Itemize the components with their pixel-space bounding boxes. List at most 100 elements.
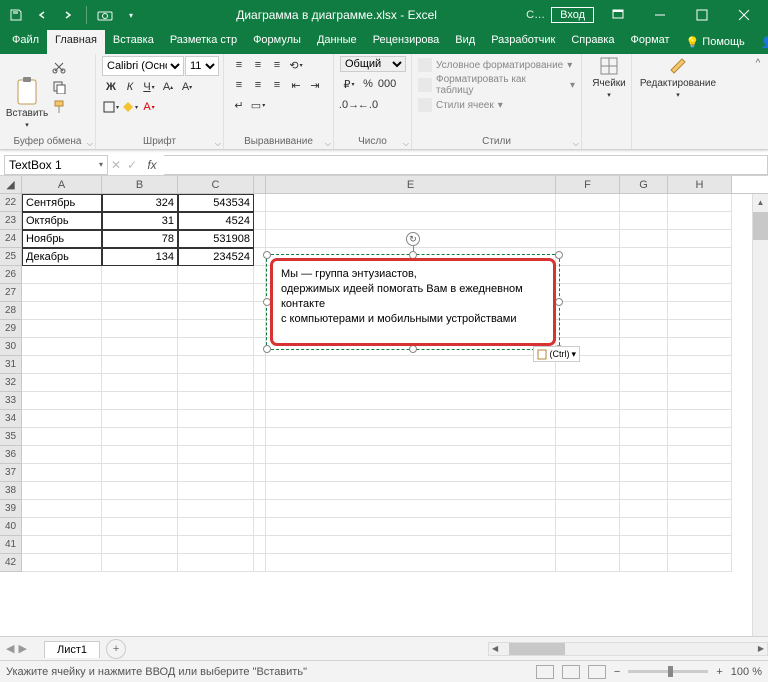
format-as-table[interactable]: Форматировать как таблицу ▾ xyxy=(418,74,575,96)
editing-button[interactable]: Редактирование▾ xyxy=(638,56,718,99)
table-row[interactable]: 36 xyxy=(0,446,768,464)
underline-button[interactable]: Ч▾ xyxy=(140,78,158,96)
qat-more-icon[interactable]: ▾ xyxy=(123,7,139,23)
cell-styles[interactable]: Стили ячеек ▾ xyxy=(418,98,575,112)
cancel-icon[interactable]: ✕ xyxy=(108,158,124,172)
decrease-font-icon[interactable]: A▾ xyxy=(178,78,196,96)
col-C[interactable]: C xyxy=(178,176,254,193)
format-painter-icon[interactable] xyxy=(52,100,68,116)
decrease-decimal-icon[interactable]: ←.0 xyxy=(359,96,377,114)
select-all[interactable]: ◢ xyxy=(0,176,22,193)
table-row[interactable]: 23 Октябрь 31 4524 xyxy=(0,212,768,230)
borders-button[interactable]: ▾ xyxy=(102,98,120,116)
sheet-prev-icon[interactable]: ◀ xyxy=(6,642,14,655)
redo-icon[interactable] xyxy=(60,7,76,23)
tab-developer[interactable]: Разработчик xyxy=(483,30,563,54)
table-row[interactable]: 37 xyxy=(0,464,768,482)
sheet-next-icon[interactable]: ▶ xyxy=(18,642,26,655)
tell-me[interactable]: 💡 Помощь xyxy=(678,30,753,54)
table-row[interactable]: 39 xyxy=(0,500,768,518)
col-H[interactable]: H xyxy=(668,176,732,193)
ribbon-display-icon[interactable] xyxy=(600,1,636,29)
number-format[interactable]: Общий xyxy=(340,56,406,72)
table-row[interactable]: 35 xyxy=(0,428,768,446)
grid[interactable]: ◢ A B C E F G H 22 Сентябрь 324 543534 2… xyxy=(0,176,768,636)
copy-icon[interactable] xyxy=(52,80,68,96)
orientation-icon[interactable]: ⟲▾ xyxy=(287,56,305,74)
increase-font-icon[interactable]: A▴ xyxy=(159,78,177,96)
name-box[interactable]: TextBox 1▾ xyxy=(4,155,108,175)
page-layout-view-icon[interactable] xyxy=(562,665,580,679)
paste-options[interactable]: (Ctrl) ▾ xyxy=(533,346,580,362)
font-size[interactable]: 11 xyxy=(185,56,219,76)
rotate-handle-icon[interactable]: ↻ xyxy=(406,232,420,246)
vertical-scrollbar[interactable]: ▲ xyxy=(752,194,768,636)
cells-button[interactable]: Ячейки▾ xyxy=(588,56,630,99)
zoom-in-icon[interactable]: + xyxy=(716,666,722,678)
align-right-icon[interactable]: ≡ xyxy=(268,76,286,94)
close-button[interactable] xyxy=(726,1,762,29)
share-button[interactable]: 👤 Поделиться xyxy=(753,30,768,54)
login-button[interactable]: Вход xyxy=(551,7,594,23)
col-G[interactable]: G xyxy=(620,176,668,193)
tab-file[interactable]: Файл xyxy=(4,30,47,54)
indent-incr-icon[interactable]: ⇥ xyxy=(306,76,324,94)
indent-decr-icon[interactable]: ⇤ xyxy=(287,76,305,94)
insert-function-icon[interactable]: fx xyxy=(140,158,164,172)
minimize-button[interactable] xyxy=(642,1,678,29)
zoom-value[interactable]: 100 % xyxy=(731,666,762,678)
cut-icon[interactable] xyxy=(52,60,68,76)
table-row[interactable]: 32 xyxy=(0,374,768,392)
new-sheet-button[interactable]: + xyxy=(106,639,126,659)
undo-icon[interactable] xyxy=(34,7,50,23)
tab-formulas[interactable]: Формулы xyxy=(245,30,309,54)
tab-insert[interactable]: Вставка xyxy=(105,30,162,54)
collapse-ribbon-icon[interactable]: ^ xyxy=(756,58,761,69)
conditional-formatting[interactable]: Условное форматирование ▾ xyxy=(418,58,575,72)
table-row[interactable]: 38 xyxy=(0,482,768,500)
align-top-icon[interactable]: ≡ xyxy=(230,56,248,74)
font-name[interactable]: Calibri (Осно xyxy=(102,56,184,76)
align-bottom-icon[interactable]: ≡ xyxy=(268,56,286,74)
zoom-slider[interactable] xyxy=(628,670,708,673)
percent-icon[interactable]: % xyxy=(359,75,377,93)
align-center-icon[interactable]: ≡ xyxy=(249,76,267,94)
font-color-button[interactable]: A▾ xyxy=(140,98,158,116)
wrap-text-icon[interactable]: ↵ xyxy=(230,96,248,114)
col-E[interactable]: E xyxy=(266,176,556,193)
comma-icon[interactable]: 000 xyxy=(378,75,396,93)
camera-icon[interactable] xyxy=(97,7,113,23)
table-row[interactable]: 34 xyxy=(0,410,768,428)
table-row[interactable]: 40 xyxy=(0,518,768,536)
tab-view[interactable]: Вид xyxy=(447,30,483,54)
tab-layout[interactable]: Разметка стр xyxy=(162,30,245,54)
tab-data[interactable]: Данные xyxy=(309,30,365,54)
table-row[interactable]: 31 xyxy=(0,356,768,374)
table-row[interactable]: 41 xyxy=(0,536,768,554)
bold-button[interactable]: Ж xyxy=(102,78,120,96)
maximize-button[interactable] xyxy=(684,1,720,29)
fill-color-button[interactable]: ▾ xyxy=(121,98,139,116)
table-row[interactable]: 42 xyxy=(0,554,768,572)
horizontal-scrollbar[interactable]: ◀▶ xyxy=(488,642,768,656)
tab-home[interactable]: Главная xyxy=(47,30,105,54)
table-row[interactable]: 33 xyxy=(0,392,768,410)
merge-cells-icon[interactable]: ▭▾ xyxy=(249,96,267,114)
tab-review[interactable]: Рецензирова xyxy=(365,30,448,54)
align-middle-icon[interactable]: ≡ xyxy=(249,56,267,74)
currency-icon[interactable]: ₽▾ xyxy=(340,75,358,93)
col-F[interactable]: F xyxy=(556,176,620,193)
textbox-object[interactable]: ↻ Мы — группа энтузиастов, одержимых иде… xyxy=(270,258,556,346)
italic-button[interactable]: К xyxy=(121,78,139,96)
table-row[interactable]: 24 Ноябрь 78 531908 xyxy=(0,230,768,248)
increase-decimal-icon[interactable]: .0→ xyxy=(340,96,358,114)
table-row[interactable]: 22 Сентябрь 324 543534 xyxy=(0,194,768,212)
col-A[interactable]: A xyxy=(22,176,102,193)
save-icon[interactable] xyxy=(8,7,24,23)
col-B[interactable]: B xyxy=(102,176,178,193)
textbox-content[interactable]: Мы — группа энтузиастов, одержимых идеей… xyxy=(270,258,556,346)
tab-help[interactable]: Справка xyxy=(563,30,622,54)
zoom-out-icon[interactable]: − xyxy=(614,666,620,678)
align-left-icon[interactable]: ≡ xyxy=(230,76,248,94)
page-break-view-icon[interactable] xyxy=(588,665,606,679)
